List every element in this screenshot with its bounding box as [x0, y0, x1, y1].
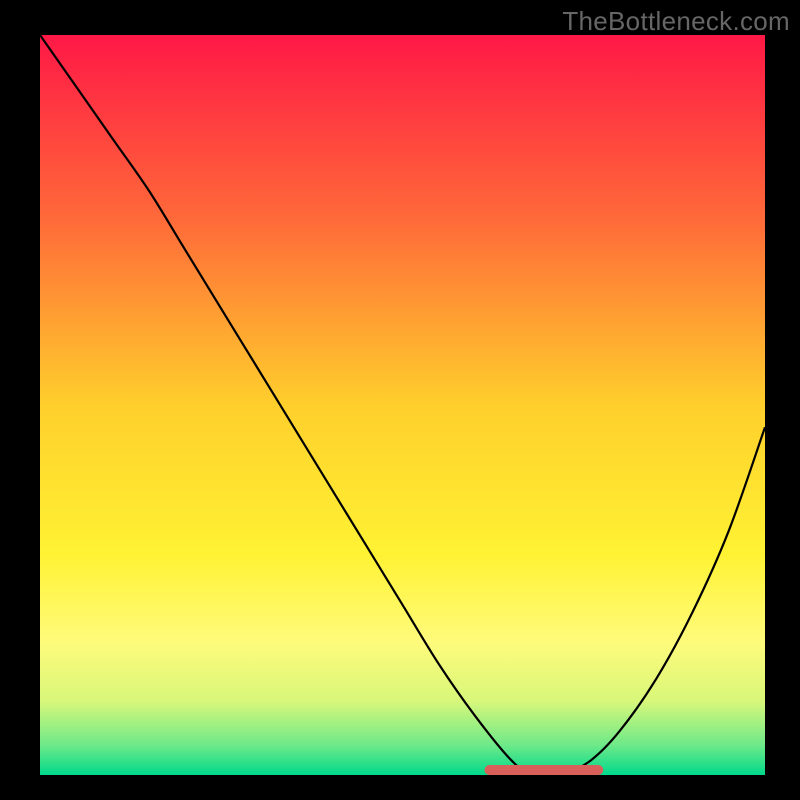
plot-background — [40, 35, 765, 775]
chart-frame: TheBottleneck.com — [0, 0, 800, 800]
watermark-label: TheBottleneck.com — [562, 6, 790, 37]
bottleneck-chart — [0, 0, 800, 800]
